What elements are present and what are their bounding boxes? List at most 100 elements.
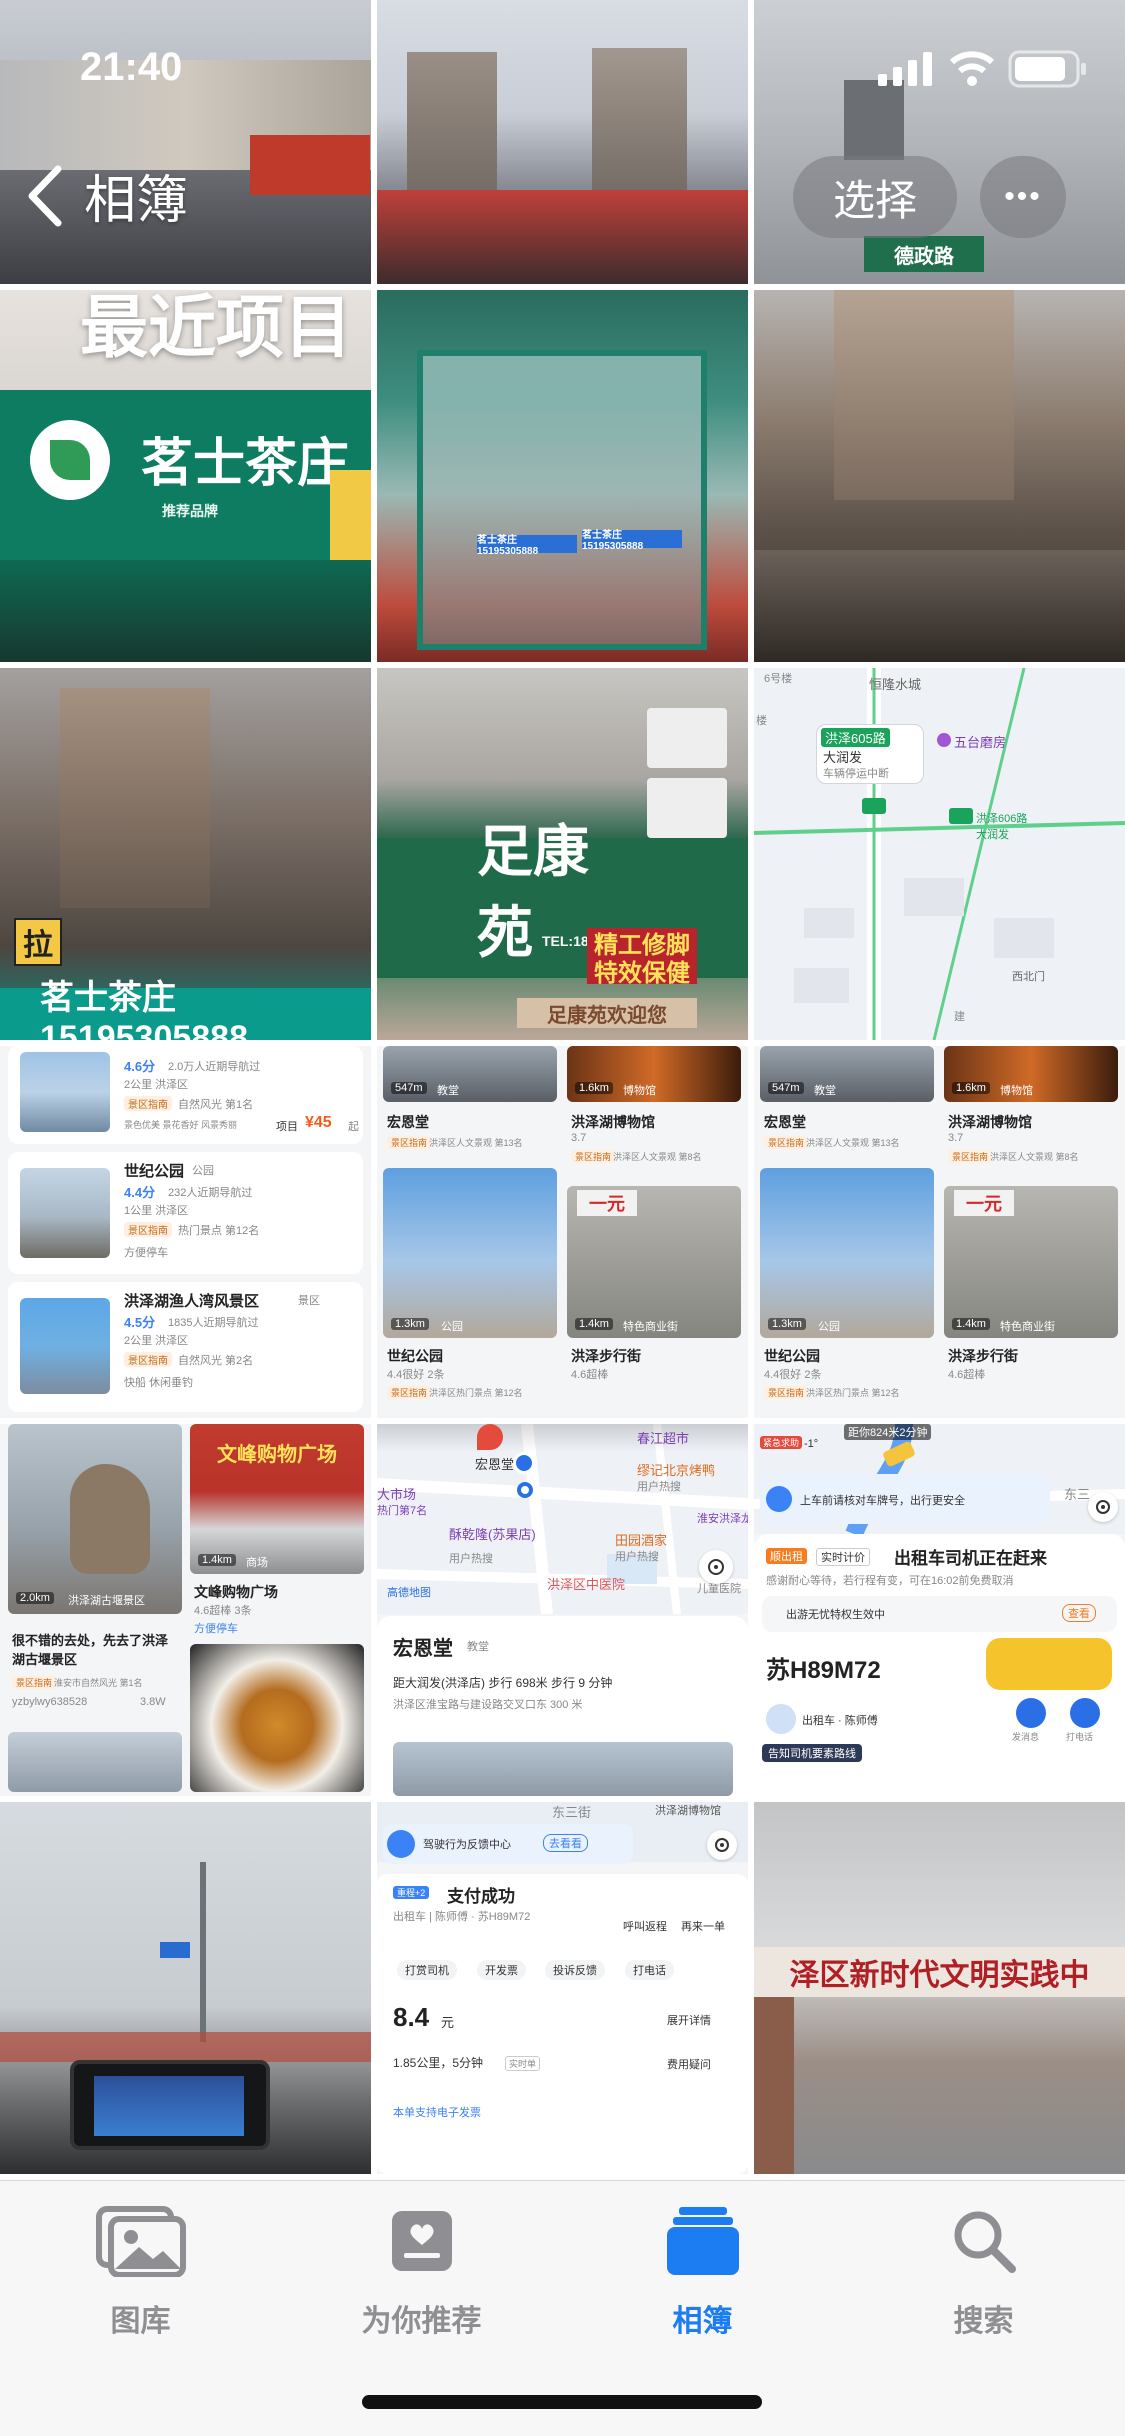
street-label: 东三街 (552, 1805, 592, 1820)
bus-route-sub: 大润发 (976, 829, 1009, 841)
message-icon[interactable] (1016, 1698, 1046, 1728)
safety-banner[interactable]: 上车前请核对车牌号，出行更安全 (760, 1474, 1050, 1524)
feedback-banner[interactable]: 驾驶行为反馈中心 去看看 (383, 1824, 633, 1864)
tab-label: 搜索 (953, 2305, 1014, 2338)
safety-tip: 上车前请核对车牌号，出行更安全 (800, 1495, 965, 1507)
invoice-button[interactable]: 开发票 (477, 1960, 526, 1980)
photo-thumbnail[interactable]: 茗士茶庄 15195305888 茗士茶庄 15195305888 (377, 290, 748, 662)
locate-button[interactable] (707, 1830, 737, 1860)
price-label: 项目 (276, 1121, 298, 1133)
payment-sheet[interactable]: 重程+2 支付成功 出租车 | 陈师傅 · 苏H89M72 呼叫返程 再来一单 … (377, 1874, 748, 2174)
service-badge: 重程+2 (393, 1886, 430, 1899)
feedback-text: 驾驶行为反馈中心 (423, 1839, 511, 1851)
tab-label: 相簿 (672, 2305, 733, 2338)
distance-badge: 2.0km (16, 1592, 54, 1604)
dashboard-device (70, 2060, 270, 2150)
screenshot-thumbnail[interactable]: 547m 教堂 1.6km 博物馆 宏恩堂 洪泽湖博物馆 3.7 景区指南 洪泽… (754, 1046, 1125, 1418)
photo-thumbnail[interactable] (754, 290, 1125, 662)
visitors-count: 232人近期导航过 (168, 1187, 253, 1199)
map-roads (754, 668, 1125, 1040)
screenshot-thumbnail[interactable]: 距你824米2分钟 紧急求助 -1° 上车前请核对车牌号，出行更安全 东三 顺出… (754, 1424, 1125, 1796)
place-type: 特色商业街 (1000, 1321, 1055, 1333)
photo-thumbnail[interactable] (0, 1802, 371, 2174)
trip-status-sheet[interactable]: 顺出租 实时计价 出租车司机正在赶来 感谢耐心等待，若行程有变，可在16:02前… (754, 1534, 1125, 1796)
distance-badge: 1.6km (575, 1082, 613, 1094)
rating: 4.6分 (124, 1059, 156, 1074)
view-button[interactable]: 查看 (1062, 1604, 1096, 1622)
photo-thumbnail[interactable]: 足康苑 TEL:18013 精工修脚 特效保健 足康苑欢迎您 (377, 668, 748, 1040)
payment-sub: 出租车 | 陈师傅 · 苏H89M72 (393, 1911, 531, 1923)
tab-for-you[interactable]: 为你推荐 (281, 2205, 562, 2340)
trip-status-title: 出租车司机正在赶来 (894, 1549, 1047, 1568)
place-name: 宏恩堂 (393, 1638, 453, 1660)
emergency-button[interactable]: 紧急求助 (760, 1436, 803, 1449)
shield-icon (766, 1486, 792, 1512)
place-type: 景区 (298, 1295, 320, 1307)
more-button[interactable]: ••• (980, 156, 1066, 238)
tags: 快船 休闲垂钓 (124, 1377, 194, 1389)
expand-details-button[interactable]: 展开详情 (667, 2012, 711, 2028)
street-sign: 德政路 (864, 236, 984, 272)
price-tag: 实时计价 (816, 1548, 870, 1566)
screenshot-thumbnail[interactable]: 东三街 洪泽湖博物馆 驾驶行为反馈中心 去看看 重程+2 支付成功 出租车 | … (377, 1802, 748, 2174)
user-name: yzbylwy638528 (12, 1696, 88, 1708)
car-type-badge: 顺出租 (766, 1548, 807, 1564)
shop-banner: 一元 (577, 1190, 637, 1216)
pull-sign: 拉 (14, 918, 62, 966)
fee-question-button[interactable]: 费用疑问 (667, 2056, 711, 2072)
driver-avatar (766, 1704, 796, 1734)
e-invoice-link[interactable]: 本单支持电子发票 (393, 2104, 481, 2120)
rank-badge: 景区指南 (764, 1386, 809, 1399)
reorder-button[interactable]: 再来一单 (681, 1918, 725, 1934)
bus-route-label: 洪泽606路 (976, 813, 1028, 825)
tip-driver-button[interactable]: 打赏司机 (397, 1960, 457, 1980)
taxi-car-icon (986, 1638, 1112, 1690)
slogan: 特效保健 (587, 956, 697, 987)
trip-summary: 1.85公里，5分钟 (393, 2056, 484, 2070)
price-unit: 起 (348, 1121, 359, 1133)
home-indicator[interactable] (362, 2395, 762, 2409)
bus-route-sub: 大润发 (823, 750, 863, 765)
tab-label: 图库 (110, 2305, 171, 2338)
distance-badge: 1.4km (575, 1318, 613, 1330)
tab-library[interactable]: 图库 (0, 2205, 281, 2340)
screenshot-thumbnail[interactable]: 2.0km 洪泽湖古堰景区 很不错的去处，先去了洪泽湖古堰景区 景区指南 淮安市… (0, 1424, 371, 1796)
rank-text: 洪泽区人文景观 第8名 (613, 1152, 702, 1162)
photo-thumbnail[interactable]: 拉 茗士茶庄15195305888 (0, 668, 371, 1040)
scenic-list-item[interactable]: 4.6分 2.0万人近期导航过 2公里 洪泽区 景区指南 自然风光 第1名 景色… (8, 1046, 363, 1144)
bus-route-card[interactable]: 洪泽605路 大润发 车辆停运中断 (816, 724, 924, 784)
map-poi-label: 宏恩堂 (475, 1457, 515, 1472)
place-name: 世纪公园 (387, 1348, 443, 1364)
scenic-list-item[interactable]: 洪泽湖渔人湾风景区 景区 4.5分 1835人近期导航过 2公里 洪泽区 景区指… (8, 1282, 363, 1412)
place-name: 洪泽步行街 (571, 1348, 641, 1364)
place-detail-sheet[interactable]: 宏恩堂 教堂 距大润发(洪泽店) 步行 698米 步行 9 分钟 洪泽区淮宝路与… (377, 1616, 748, 1796)
screenshot-thumbnail[interactable]: 4.6分 2.0万人近期导航过 2公里 洪泽区 景区指南 自然风光 第1名 景色… (0, 1046, 371, 1418)
visitors-count: 1835人近期导航过 (168, 1317, 259, 1329)
complaint-button[interactable]: 投诉反馈 (545, 1960, 605, 1980)
rating: 4.5分 (124, 1315, 156, 1330)
back-button[interactable]: 相簿 (22, 158, 188, 233)
notify-driver-button[interactable]: 告知司机要素路线 (762, 1744, 862, 1762)
view-button[interactable]: 去看看 (543, 1834, 588, 1852)
map-screenshot-thumbnail[interactable]: 春江超市 宏恩堂 缪记北京烤鸭 用户热搜 大市场 热门第7名 酥乾隆(苏果店) … (377, 1424, 748, 1796)
door-label: 茗士茶庄 15195305888 (477, 535, 577, 557)
map-screenshot-thumbnail[interactable]: 恒隆水城 6号楼 楼 洪泽605路 大润发 车辆停运中断 五台磨房 洪泽606路… (754, 668, 1125, 1040)
return-trip-button[interactable]: 呼叫返程 (623, 1918, 667, 1934)
photo-thumbnail[interactable]: 泽区新时代文明实践中 (754, 1802, 1125, 2174)
select-button[interactable]: 选择 (793, 156, 957, 238)
locate-button[interactable] (1088, 1492, 1118, 1522)
call-driver-button[interactable]: 打电话 (625, 1960, 674, 1980)
poi-pin-icon (477, 1424, 503, 1450)
leaf-logo-icon (50, 440, 90, 480)
screenshot-thumbnail[interactable]: 547m 教堂 1.6km 博物馆 宏恩堂 洪泽湖博物馆 3.7 景区指南 洪泽… (377, 1046, 748, 1418)
privacy-banner[interactable]: 出游无忧特权生效中 查看 (762, 1596, 1117, 1632)
map-building-label: 6号楼 (764, 673, 793, 685)
phone-icon[interactable] (1070, 1698, 1100, 1728)
payment-title: 支付成功 (447, 1887, 515, 1906)
tab-albums[interactable]: 相簿 (562, 2205, 843, 2340)
distance: 2公里 洪泽区 (124, 1079, 189, 1091)
locate-button[interactable] (699, 1550, 733, 1584)
scenic-list-item[interactable]: 世纪公园 公园 4.4分 232人近期导航过 1公里 洪泽区 景区指南 热门景点… (8, 1152, 363, 1274)
tab-search[interactable]: 搜索 (843, 2205, 1124, 2340)
place-tag: 洪泽湖古堰景区 (68, 1595, 145, 1607)
